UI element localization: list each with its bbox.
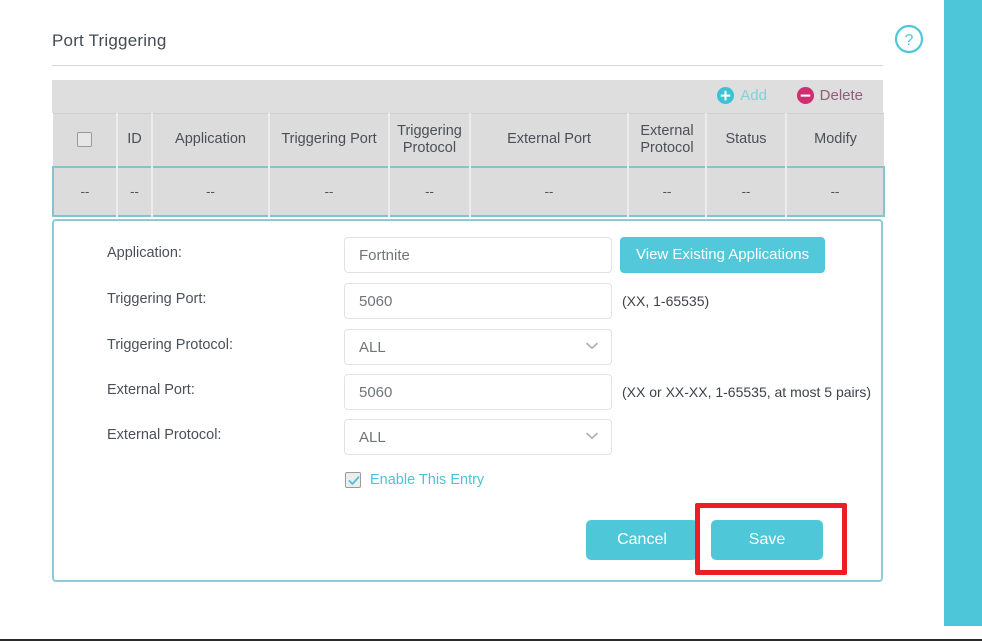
column-header-status: Status bbox=[706, 114, 786, 167]
cell-external-port: -- bbox=[470, 167, 628, 216]
label-triggering-protocol: Triggering Protocol: bbox=[107, 337, 233, 353]
enable-this-entry-checkbox[interactable] bbox=[345, 472, 361, 488]
entry-form-card: Application: View Existing Applications … bbox=[52, 219, 883, 582]
save-button[interactable]: Save bbox=[711, 520, 823, 560]
column-header-modify: Modify bbox=[786, 114, 884, 167]
hint-triggering-port: (XX, 1-65535) bbox=[622, 291, 872, 311]
port-triggering-table-area: Add Delete ID bbox=[52, 80, 883, 217]
label-external-protocol: External Protocol: bbox=[107, 427, 221, 443]
column-header-id: ID bbox=[117, 114, 152, 167]
page-root: Port Triggering ? Add Dele bbox=[0, 0, 982, 641]
column-header-application: Application bbox=[152, 114, 269, 167]
plus-circle-icon bbox=[716, 86, 735, 105]
svg-text:?: ? bbox=[905, 32, 914, 49]
minus-circle-icon bbox=[796, 86, 815, 105]
port-triggering-table: ID Application Triggering Port Triggerin… bbox=[52, 113, 885, 217]
form-row-triggering-port: Triggering Port: (XX, 1-65535) bbox=[54, 283, 881, 319]
view-existing-applications-button[interactable]: View Existing Applications bbox=[620, 237, 825, 273]
right-accent-strip bbox=[944, 0, 982, 626]
page-title: Port Triggering bbox=[52, 22, 883, 60]
cell-id: -- bbox=[117, 167, 152, 216]
form-row-application: Application: View Existing Applications bbox=[54, 237, 881, 273]
label-application: Application: bbox=[107, 245, 182, 261]
triggering-port-input[interactable] bbox=[344, 283, 612, 319]
cancel-button[interactable]: Cancel bbox=[586, 520, 698, 560]
table-header-row: ID Application Triggering Port Triggerin… bbox=[53, 114, 884, 167]
label-external-port: External Port: bbox=[107, 382, 195, 398]
cell-external-protocol: -- bbox=[628, 167, 706, 216]
select-all-header bbox=[53, 114, 117, 167]
external-port-input[interactable] bbox=[344, 374, 612, 410]
cell-triggering-port: -- bbox=[269, 167, 389, 216]
external-protocol-select[interactable] bbox=[344, 419, 612, 455]
triggering-protocol-select[interactable] bbox=[344, 329, 612, 365]
external-protocol-value[interactable] bbox=[344, 419, 612, 455]
enable-this-entry-row[interactable]: Enable This Entry bbox=[345, 472, 484, 488]
triggering-protocol-value[interactable] bbox=[344, 329, 612, 365]
select-all-checkbox[interactable] bbox=[77, 132, 92, 147]
application-input[interactable] bbox=[344, 237, 612, 273]
hint-external-port: (XX or XX-XX, 1-65535, at most 5 pairs) bbox=[622, 382, 872, 402]
column-header-triggering-protocol: Triggering Protocol bbox=[389, 114, 470, 167]
column-header-external-port: External Port bbox=[470, 114, 628, 167]
column-header-external-protocol: External Protocol bbox=[628, 114, 706, 167]
form-row-external-protocol: External Protocol: bbox=[54, 419, 881, 455]
enable-this-entry-label: Enable This Entry bbox=[370, 472, 484, 488]
add-button-label: Add bbox=[740, 87, 767, 104]
cell-select: -- bbox=[53, 167, 117, 216]
delete-button[interactable]: Delete bbox=[796, 86, 863, 105]
form-row-triggering-protocol: Triggering Protocol: bbox=[54, 329, 881, 365]
column-header-triggering-port: Triggering Port bbox=[269, 114, 389, 167]
cell-status: -- bbox=[706, 167, 786, 216]
form-row-external-port: External Port: (XX or XX-XX, 1-65535, at… bbox=[54, 374, 881, 410]
label-triggering-port: Triggering Port: bbox=[107, 291, 206, 307]
delete-button-label: Delete bbox=[820, 87, 863, 104]
question-circle-icon[interactable]: ? bbox=[893, 23, 925, 55]
cell-triggering-protocol: -- bbox=[389, 167, 470, 216]
table-row[interactable]: -- -- -- -- -- -- -- -- -- bbox=[53, 167, 884, 216]
table-toolbar: Add Delete bbox=[52, 80, 883, 113]
page-header: Port Triggering bbox=[52, 22, 883, 66]
add-button[interactable]: Add bbox=[716, 86, 767, 105]
cell-modify: -- bbox=[786, 167, 884, 216]
cell-application: -- bbox=[152, 167, 269, 216]
check-icon bbox=[348, 475, 360, 487]
